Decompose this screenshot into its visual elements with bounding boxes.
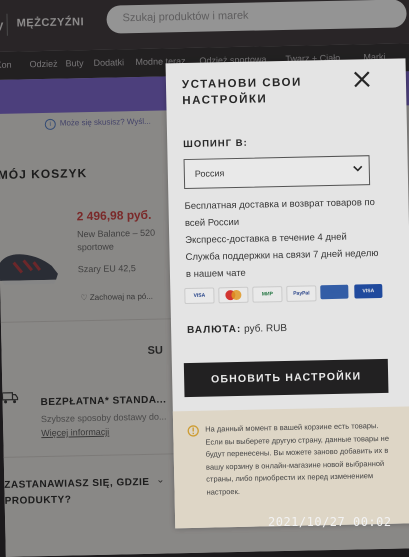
currency-value: руб. RUB — [243, 322, 288, 335]
warning-text: На данный момент в вашей корзине есть то… — [205, 421, 390, 497]
currency-row: ВАЛЮТА: руб. RUB — [187, 323, 287, 336]
country-value: Россия — [194, 168, 225, 179]
close-icon[interactable] — [352, 69, 372, 89]
settings-modal: УСТАНОВИ СВОИ НАСТРОЙКИ ШОПИНГ В: Россия… — [165, 58, 409, 529]
payment-methods: VISA МИР PayPal Card VISA — [184, 283, 384, 305]
warning-icon — [187, 425, 199, 437]
mastercard-icon — [218, 286, 249, 304]
card-icon: Card — [320, 284, 349, 300]
benefit-line: Бесплатная доставка и возврат товаров по… — [184, 197, 375, 230]
country-select[interactable]: Россия — [183, 155, 371, 190]
browser-screen: y MĘŻCZYŹNI Szukaj produktów i marek Kon… — [0, 0, 409, 557]
benefit-line: Служба поддержки на связи 7 дней неделю … — [185, 248, 379, 281]
mir-icon: МИР — [252, 286, 283, 303]
shop-in-label: ШОПИНГ В: — [183, 137, 248, 151]
photo-timestamp: 2021/10/27 00:02 — [268, 515, 392, 529]
modal-title: УСТАНОВИ СВОИ НАСТРОЙКИ — [181, 76, 302, 108]
visa-icon: VISA — [184, 287, 215, 305]
warning-note: На данный момент в вашей корзине есть то… — [172, 406, 409, 529]
currency-label: ВАЛЮТА: — [187, 323, 242, 337]
chevron-down-icon — [353, 165, 363, 172]
benefits-list: Бесплатная доставка и возврат товаров по… — [184, 194, 386, 283]
update-settings-button[interactable]: ОБНОВИТЬ НАСТРОЙКИ — [183, 358, 389, 398]
paypal-icon: PayPal — [286, 285, 317, 302]
visa-icon: VISA — [354, 283, 383, 299]
